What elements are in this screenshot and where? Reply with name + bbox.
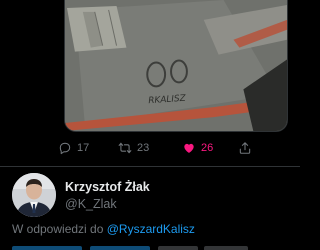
reply-button[interactable]: 17 (58, 139, 89, 157)
like-button[interactable]: 26 (182, 139, 213, 157)
author-handle[interactable]: @K_Zlak (65, 197, 117, 211)
reply-context: W odpowiedzi do @RyszardKalisz (12, 222, 195, 236)
retweet-icon (118, 142, 132, 154)
tweet-thread: RKALISZ 17 23 26 Krzysztof Żłak @K_Zlak … (0, 0, 300, 250)
tweet-photo[interactable]: RKALISZ (64, 0, 288, 132)
clipped-text-line (12, 246, 248, 250)
profile-photo (12, 173, 56, 217)
retweet-button[interactable]: 23 (118, 139, 149, 157)
reply-icon (59, 142, 71, 155)
retweet-count: 23 (137, 142, 150, 154)
author-name[interactable]: Krzysztof Żłak (65, 180, 150, 194)
tweet-divider (0, 166, 300, 167)
reply-count: 17 (77, 142, 90, 154)
reply-prefix: W odpowiedzi do (12, 222, 104, 236)
like-count: 26 (201, 142, 214, 154)
avatar[interactable] (12, 173, 56, 217)
heart-filled-icon (184, 143, 194, 153)
tweet-action-bar: 17 23 26 (58, 139, 290, 157)
share-icon (239, 142, 251, 154)
tweet-text-cutoff (12, 243, 252, 250)
reply-to-link[interactable]: @RyszardKalisz (107, 222, 195, 236)
share-button[interactable] (238, 139, 252, 157)
concrete-slab-photo: RKALISZ (65, 0, 287, 131)
